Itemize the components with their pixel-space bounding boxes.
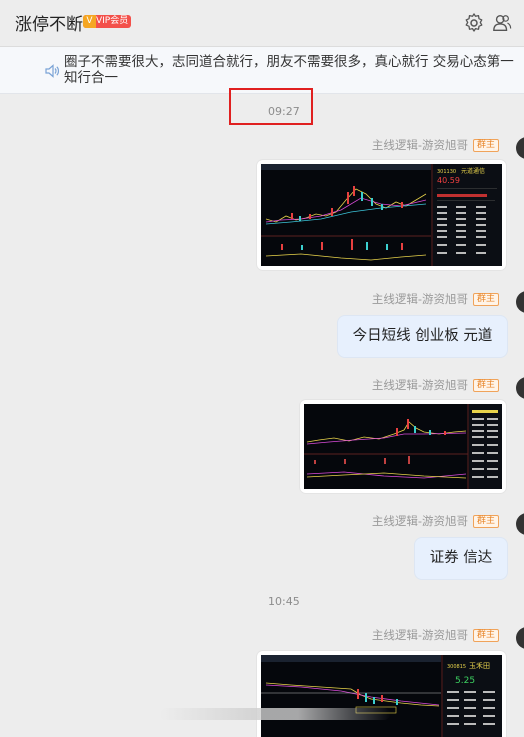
sender-line: 主线逻辑-游资旭哥 群主 [372, 627, 499, 643]
owner-tag: 群主 [472, 378, 499, 392]
vip-badge-label: VIP会员 [96, 16, 129, 26]
timestamp-highlight-box [229, 88, 313, 125]
stock-name: 玉禾田 [469, 662, 490, 670]
chart-thumbnail-1: 301130 元道通信 40.59 [261, 164, 502, 266]
speaker-icon [45, 64, 60, 78]
members-icon[interactable] [492, 13, 512, 33]
stock-chart-screenshot-2 [304, 404, 502, 489]
chat-image-message[interactable] [300, 400, 506, 493]
stock-code: 300815 [447, 664, 466, 670]
owner-tag: 群主 [472, 514, 499, 528]
owner-tag: 群主 [472, 292, 499, 306]
text-message-bubble[interactable]: 证券 信达 [414, 537, 508, 580]
stock-code: 301130 [437, 169, 456, 175]
chat-image-message[interactable]: 301130 元道通信 40.59 [257, 160, 506, 270]
avatar[interactable] [516, 291, 524, 313]
sender-line: 主线逻辑-游资旭哥 群主 [372, 137, 499, 153]
sender-line: 主线逻辑-游资旭哥 群主 [372, 513, 499, 529]
announcement-text: 圈子不需要很大，志同道合就行，朋友不需要很多，真心就行 交易心态第一 知行合一 [64, 54, 514, 86]
stock-chart-screenshot-3: 300815 玉禾田 5.25 [261, 655, 502, 737]
vip-icon: V [83, 15, 96, 28]
avatar[interactable] [516, 627, 524, 649]
scroll-fade-indicator [160, 708, 390, 720]
chat-image-message[interactable]: 300815 玉禾田 5.25 [257, 651, 506, 737]
owner-tag: 群主 [472, 138, 499, 152]
sender-name[interactable]: 主线逻辑-游资旭哥 [372, 378, 468, 392]
sender-name[interactable]: 主线逻辑-游资旭哥 [372, 138, 468, 152]
avatar[interactable] [516, 513, 524, 535]
chart-thumbnail-3: 300815 玉禾田 5.25 [261, 655, 502, 737]
chat-header: 涨停不断 V VIP会员 [0, 0, 524, 47]
announcement-bar[interactable]: 圈子不需要很大，志同道合就行，朋友不需要很多，真心就行 交易心态第一 知行合一 [0, 47, 524, 94]
sender-name[interactable]: 主线逻辑-游资旭哥 [372, 514, 468, 528]
sender-line: 主线逻辑-游资旭哥 群主 [372, 291, 499, 307]
chat-title: 涨停不断 [15, 15, 83, 35]
chat-window: 涨停不断 V VIP会员 圈子不需要很大，志同道合就行，朋友不需要很多，真心就行… [0, 0, 524, 737]
stock-price: 5.25 [455, 676, 475, 686]
stock-price: 40.59 [437, 176, 460, 185]
owner-tag: 群主 [472, 628, 499, 642]
vip-badge: V VIP会员 [83, 15, 132, 28]
settings-icon[interactable] [464, 13, 484, 33]
sender-line: 主线逻辑-游资旭哥 群主 [372, 377, 499, 393]
sender-name[interactable]: 主线逻辑-游资旭哥 [372, 628, 468, 642]
text-message-bubble[interactable]: 今日短线 创业板 元道 [337, 315, 508, 358]
timestamp: 10:45 [268, 595, 300, 608]
sender-name[interactable]: 主线逻辑-游资旭哥 [372, 292, 468, 306]
chart-thumbnail-2 [304, 404, 502, 489]
stock-name: 元道通信 [461, 167, 485, 175]
avatar[interactable] [516, 377, 524, 399]
avatar[interactable] [516, 137, 524, 159]
stock-chart-screenshot-1: 301130 元道通信 40.59 [261, 164, 502, 266]
